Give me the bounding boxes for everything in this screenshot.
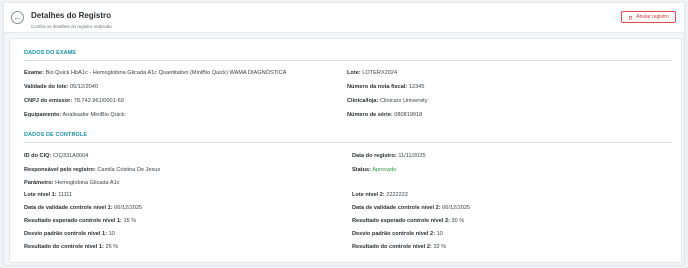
field-value: 78.742.961/0001-69 (73, 98, 124, 104)
clinic-field: Clínica/loja: Clinicarx University (347, 98, 428, 104)
field-label: CNPJ do emissor: (24, 98, 73, 104)
details-panel: DADOS DO EXAME Exame: Bio Quick HbA1c - … (9, 38, 682, 263)
validity-level2-field: Data de validade controle nível 2: 06/12… (352, 205, 470, 211)
control-section-title: DADOS DE CONTROLE (24, 132, 88, 138)
lot-validity-field: Validade do lote: 05/12/2040 (24, 84, 98, 90)
field-value: 06/12/2025 (114, 205, 143, 211)
exam-field: Exame: Bio Quick HbA1c - Hemoglobina Gli… (24, 70, 287, 76)
issuer-cnpj-field: CNPJ do emissor: 78.742.961/0001-69 (24, 98, 124, 104)
field-label: Resultado do controle nível 2: (352, 244, 432, 250)
field-label: Lote: (347, 70, 361, 76)
status-badge: Aprovado (372, 167, 397, 173)
page-subtitle: Confira os detalhes do registro realizad… (31, 24, 112, 29)
equipment-field: Equipamento: Analisador MiniBio Quick (24, 112, 125, 118)
std-dev-level1-field: Desvio padrão controle nível 1: 10 (24, 231, 115, 237)
field-value: 30 % (451, 218, 465, 224)
parameter-field: Parâmetro: Hemoglobina Glicada A1c (24, 180, 119, 186)
field-label: Resultado esperado controle nível 2: (352, 218, 450, 224)
field-label: Desvio padrão controle nível 1: (24, 231, 107, 237)
field-label: Lote nível 1: (24, 192, 57, 198)
field-value: Bio Quick HbA1c - Hemoglobina Glicada A1… (45, 70, 287, 76)
field-label: Parâmetro: (24, 180, 54, 186)
status-field: Status: Aprovado (352, 167, 396, 173)
page-title: Detalhes do Registro (31, 11, 112, 20)
field-value: 12345 (408, 84, 425, 90)
field-label: Lote nível 2: (352, 192, 385, 198)
field-label: Clínica/loja: (347, 98, 379, 104)
std-dev-level2-field: Desvio padrão controle nível 2: 10 (352, 231, 443, 237)
field-value: CIQ331A0004 (52, 153, 89, 159)
field-value: 05/12/2040 (70, 84, 99, 90)
field-label: Resultado esperado controle nível 1: (24, 218, 122, 224)
field-value: 2222222 (386, 192, 408, 198)
field-value: Hemoglobina Glicada A1c (55, 180, 120, 186)
field-label: Número da nota fiscal: (347, 84, 408, 90)
field-label: Data do registro: (352, 153, 397, 159)
control-divider (24, 142, 672, 143)
arrow-left-icon: ← (13, 12, 22, 22)
field-value: 10 (436, 231, 443, 237)
responsible-field: Responsável pelo registro: Camila Cristi… (24, 167, 160, 173)
field-value: Clinicarx University (379, 98, 428, 104)
invoice-number-field: Número da nota fiscal: 12345 (347, 84, 424, 90)
record-date-field: Data do registro: 11/11/2025 (352, 153, 426, 159)
field-value: Camila Cristina De Jesus (97, 167, 161, 173)
lot-level2-field: Lote nível 2: 2222222 (352, 192, 408, 198)
field-label: Desvio padrão controle nível 2: (352, 231, 435, 237)
serial-number-field: Número de série: 080819918 (347, 112, 422, 118)
cancel-record-button[interactable]: Anular registro (621, 11, 676, 23)
field-value: 11111 (58, 192, 73, 198)
field-label: ID do CIQ: (24, 153, 52, 159)
field-value: LOTERX2024 (362, 70, 398, 76)
field-value: 15 % (123, 218, 137, 224)
field-value: 080819918 (394, 112, 423, 118)
trash-icon (629, 15, 633, 20)
expected-result-level2-field: Resultado esperado controle nível 2: 30 … (352, 218, 464, 224)
validity-level1-field: Data de validade controle nível 1: 06/12… (24, 205, 142, 211)
ciq-id-field: ID do CIQ: CIQ331A0004 (24, 153, 88, 159)
lot-level1-field: Lote nível 1: 11111 (24, 192, 72, 198)
field-label: Validade do lote: (24, 84, 69, 90)
field-label: Resultado do controle nível 1: (24, 244, 104, 250)
exam-section-title: DADOS DO EXAME (24, 50, 77, 56)
field-value: Analisador MiniBio Quick (62, 112, 125, 118)
field-value: 06/12/2025 (442, 205, 471, 211)
field-label: Número de série: (347, 112, 393, 118)
field-label: Data de validade controle nível 2: (352, 205, 441, 211)
field-value: 11/11/2025 (398, 153, 426, 159)
control-result-level2-field: Resultado do controle nível 2: 32 % (352, 244, 446, 250)
field-label: Data de validade controle nível 1: (24, 205, 113, 211)
expected-result-level1-field: Resultado esperado controle nível 1: 15 … (24, 218, 136, 224)
field-label: Responsável pelo registro: (24, 167, 96, 173)
field-label: Exame: (24, 70, 44, 76)
back-button[interactable]: ← (11, 11, 24, 24)
field-value: 10 (108, 231, 115, 237)
field-label: Status: (352, 167, 371, 173)
cancel-record-label: Anular registro (636, 14, 669, 20)
page-card: ← Detalhes do Registro Confira os detalh… (3, 2, 685, 266)
page-header: ← Detalhes do Registro Confira os detalh… (4, 3, 684, 33)
control-result-level1-field: Resultado do controle nível 1: 26 % (24, 244, 118, 250)
field-value: 32 % (433, 244, 447, 250)
lot-field: Lote: LOTERX2024 (347, 70, 397, 76)
exam-divider (24, 60, 672, 61)
field-value: 26 % (105, 244, 119, 250)
field-label: Equipamento: (24, 112, 62, 118)
